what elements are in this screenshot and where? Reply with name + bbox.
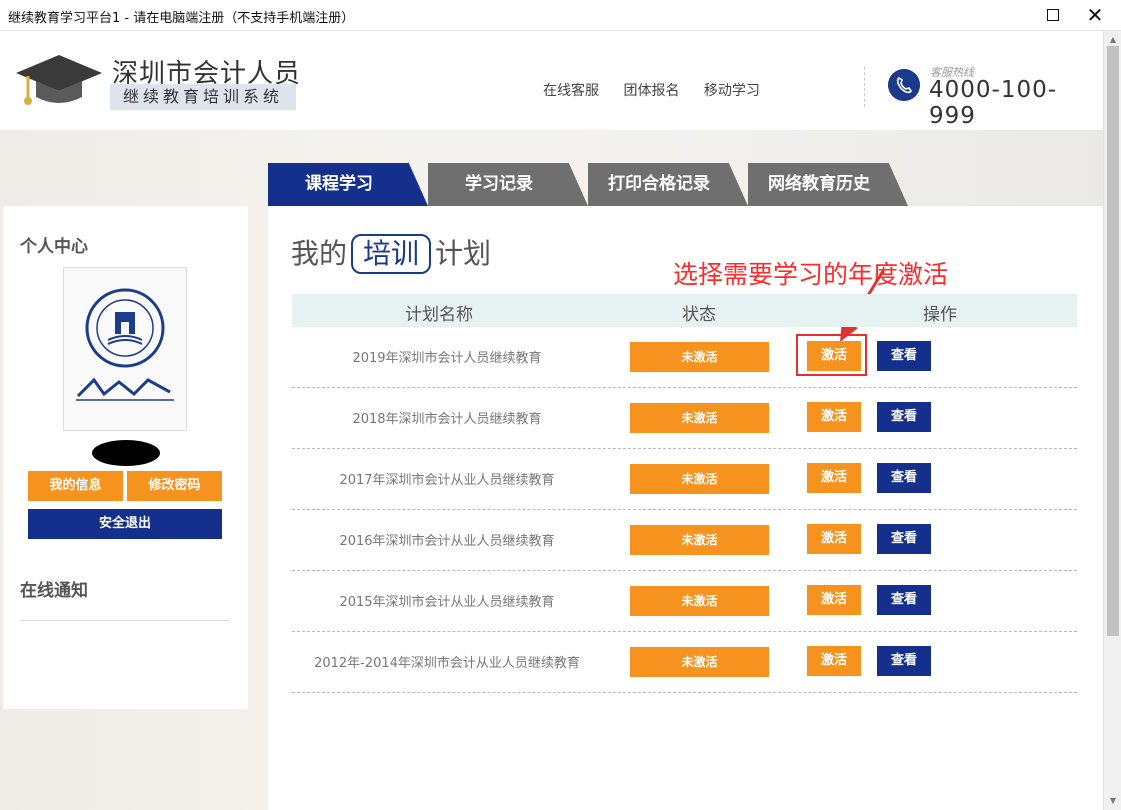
table-row: 2012年-2014年深圳市会计从业人员继续教育 未激活 激活 查看 [292,632,1077,693]
col-plan-name: 计划名称 [405,305,473,325]
top-nav: 在线客服 团体报名 移动学习 [543,80,780,100]
plan-name: 2018年深圳市会计人员继续教育 [352,412,542,427]
status-badge: 未激活 [630,403,769,433]
view-button[interactable]: 查看 [877,524,931,554]
notice-divider [20,620,230,621]
view-button[interactable]: 查看 [877,341,931,371]
page-title: 我的 培训 计划 [291,232,491,274]
activate-button[interactable]: 激活 [807,646,861,676]
close-icon[interactable]: ✕ [1075,3,1115,27]
status-badge: 未激活 [630,525,769,555]
view-button[interactable]: 查看 [877,585,931,615]
title-part-boxed: 培训 [351,234,432,274]
plan-name: 2016年深圳市会计从业人员继续教育 [339,534,555,549]
activate-button[interactable]: 激活 [807,402,861,432]
brand-subtitle: 继续教育培训系统 [110,84,296,110]
vertical-scrollbar[interactable]: ▲ ▼ [1103,31,1121,810]
table-row: 2016年深圳市会计从业人员继续教育 未激活 激活 查看 [292,510,1077,571]
header-divider [864,67,865,107]
graduation-cap-icon [16,55,102,105]
status-badge: 未激活 [630,647,769,677]
view-button[interactable]: 查看 [877,646,931,676]
status-badge: 未激活 [630,586,769,616]
nav-group-signup[interactable]: 团体报名 [623,83,679,99]
activate-button[interactable]: 激活 [807,585,861,615]
table-header: 计划名称 状态 操作 [292,294,1077,327]
col-action: 操作 [923,305,957,325]
plan-name: 2012年-2014年深圳市会计从业人员继续教育 [314,656,580,671]
scroll-up-icon[interactable]: ▲ [1104,33,1121,47]
avatar [63,267,187,431]
scroll-down-icon[interactable]: ▼ [1104,794,1121,808]
title-part-before: 我的 [291,237,348,270]
main-panel: 我的 培训 计划 选择需要学习的年度激活 计划名称 状态 操作 2019年深圳市会计… [268,206,1103,810]
tab-course-study[interactable]: 课程学习 [268,163,428,206]
nav-online-service[interactable]: 在线客服 [543,83,599,99]
window-titlebar: 继续教育学习平台1 - 请在电脑端注册（不支持手机端注册） ✕ [0,0,1121,31]
table-row: 2017年深圳市会计从业人员继续教育 未激活 激活 查看 [292,449,1077,510]
phone-icon [888,69,920,101]
scroll-thumb[interactable] [1107,46,1119,636]
col-status: 状态 [682,305,716,325]
status-badge: 未激活 [630,464,769,494]
activate-button[interactable]: 激活 [807,524,861,554]
tab-online-history[interactable]: 网络教育历史 [748,163,908,206]
highlight-box [796,334,867,376]
view-button[interactable]: 查看 [877,463,931,493]
online-notice-heading: 在线通知 [20,581,88,601]
annotation-text: 选择需要学习的年度激活 [673,260,949,289]
university-seal-icon [76,288,174,401]
activate-button[interactable]: 激活 [807,463,861,493]
table-row: 2019年深圳市会计人员继续教育 未激活 激活 查看 [292,327,1077,388]
view-button[interactable]: 查看 [877,402,931,432]
plan-name: 2015年深圳市会计从业人员继续教育 [339,595,555,610]
change-password-button[interactable]: 修改密码 [127,471,222,501]
tab-study-record[interactable]: 学习记录 [428,163,588,206]
personal-center-heading: 个人中心 [20,237,88,257]
site-header: 深圳市会计人员 继续教育培训系统 在线客服 团体报名 移动学习 客服热线 400… [0,31,1103,130]
table-row: 2018年深圳市会计人员继续教育 未激活 激活 查看 [292,388,1077,449]
plan-name: 2017年深圳市会计从业人员继续教育 [339,473,555,488]
masked-username [92,440,160,466]
maximize-icon[interactable] [1033,3,1073,27]
window-title: 继续教育学习平台1 - 请在电脑端注册（不支持手机端注册） [8,11,355,26]
logout-button[interactable]: 安全退出 [28,509,222,539]
plan-name: 2019年深圳市会计人员继续教育 [352,351,542,366]
title-part-after: 计划 [435,237,492,270]
hotline-number: 4000-100-999 [929,77,1058,129]
table-row: 2015年深圳市会计从业人员继续教育 未激活 激活 查看 [292,571,1077,632]
my-info-button[interactable]: 我的信息 [28,471,123,501]
nav-mobile-learning[interactable]: 移动学习 [704,83,760,99]
sidebar: 个人中心 我的信息 修改密码 安全退出 在线通知 [3,206,248,709]
tab-print-record[interactable]: 打印合格记录 [588,163,748,206]
status-badge: 未激活 [630,342,769,372]
